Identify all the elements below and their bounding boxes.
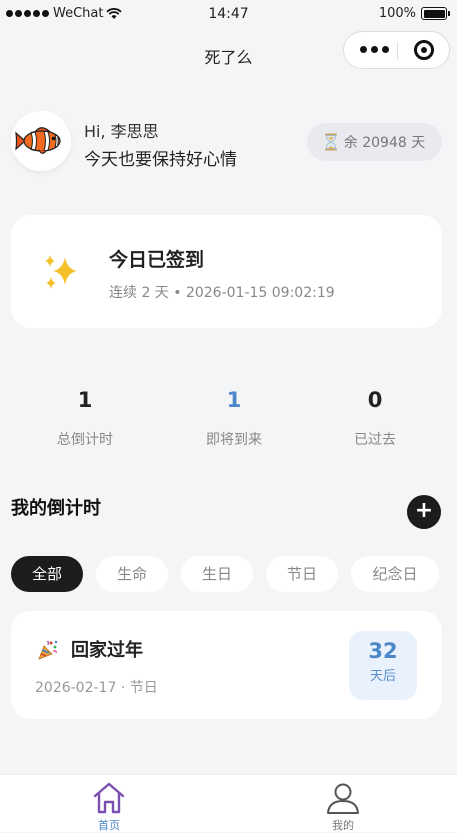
battery-percent: 100% <box>378 6 416 21</box>
add-countdown-button[interactable]: + <box>407 495 441 529</box>
capsule-divider <box>397 42 398 60</box>
stat-total-label: 总倒计时 <box>57 432 113 448</box>
mini-program-capsule <box>343 31 450 69</box>
days-count: 32 <box>368 639 398 663</box>
sparkles-icon <box>45 255 77 289</box>
stat-past-value: 0 <box>367 388 383 412</box>
battery-status: 100% <box>378 6 450 21</box>
stat-upcoming-label: 即将到来 <box>206 432 262 448</box>
stat-past-label: 已过去 <box>354 432 396 448</box>
stat-upcoming-value: 1 <box>226 388 242 412</box>
stat-past[interactable]: 0 已过去 <box>305 388 445 449</box>
clownfish-icon <box>15 127 61 154</box>
more-dots-icon[interactable] <box>360 46 389 53</box>
hourglass-icon <box>324 133 337 151</box>
countdown-meta: 2026-02-17 · 节日 <box>35 680 158 696</box>
user-icon <box>327 783 359 814</box>
filter-birthday[interactable]: 生日 <box>181 556 253 592</box>
checkin-subtitle: 连续 2 天 • 2026-01-15 09:02:19 <box>109 285 335 301</box>
greeting-text: Hi, 李思思 <box>84 122 159 141</box>
motto-text: 今天也要保持好心情 <box>84 150 237 170</box>
stat-upcoming[interactable]: 1 即将到来 <box>164 388 304 449</box>
stat-total-value: 1 <box>77 388 93 412</box>
days-label: 天后 <box>369 669 396 684</box>
remaining-days-text: 余 20948 天 <box>343 135 426 151</box>
tab-bar: 首页 我的 <box>0 774 457 832</box>
tab-profile[interactable]: 我的 <box>303 781 383 833</box>
tab-home[interactable]: 首页 <box>69 781 149 833</box>
target-circle-icon[interactable] <box>414 40 434 60</box>
battery-icon <box>421 7 450 20</box>
filter-life[interactable]: 生命 <box>96 556 168 592</box>
checkin-card[interactable]: 今日已签到 连续 2 天 • 2026-01-15 09:02:19 <box>11 215 442 328</box>
party-popper-icon <box>38 640 58 660</box>
home-icon <box>93 782 125 814</box>
filter-anniversary[interactable]: 纪念日 <box>351 556 439 592</box>
stat-total[interactable]: 1 总倒计时 <box>15 388 155 449</box>
checkin-title: 今日已签到 <box>109 249 205 271</box>
status-bar: WeChat 14:47 100% <box>0 0 457 30</box>
countdown-title: 回家过年 <box>71 640 143 661</box>
section-title: 我的倒计时 <box>11 498 101 519</box>
days-badge: 32 天后 <box>349 631 417 700</box>
filter-all[interactable]: 全部 <box>11 556 83 592</box>
filter-holiday[interactable]: 节日 <box>266 556 338 592</box>
avatar[interactable] <box>11 111 71 171</box>
countdown-item[interactable]: 回家过年 2026-02-17 · 节日 32 天后 <box>11 611 442 719</box>
remaining-days-badge[interactable]: 余 20948 天 <box>307 123 442 161</box>
